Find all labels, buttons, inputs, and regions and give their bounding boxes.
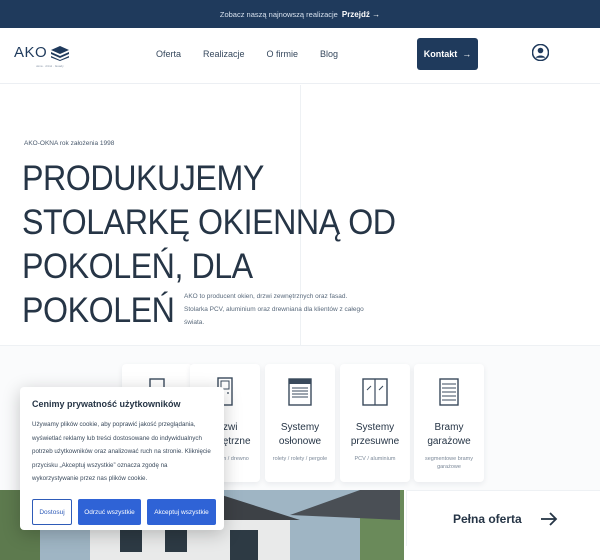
- user-account-icon[interactable]: [531, 43, 550, 66]
- logo-mark-icon: [51, 45, 70, 61]
- hero-section: AKO-OKNA rok założenia 1998 PRODUKUJEMY …: [0, 85, 600, 345]
- full-offer-label: Pełna oferta: [453, 511, 522, 526]
- cookie-buttons: Dostosuj Odrzuć wszystkie Akceptuj wszys…: [32, 499, 216, 525]
- hero-description: AKO to producent okien, drzwi zewnętrzny…: [184, 293, 364, 326]
- cookie-title: Cenimy prywatność użytkowników: [32, 399, 181, 409]
- product-card-przesuwne[interactable]: Systemy przesuwne PCV / aluminium: [340, 364, 410, 482]
- garage-door-icon: [439, 378, 459, 406]
- sliding-window-icon: [362, 378, 388, 406]
- main-nav: Oferta Realizacje O firmie Blog: [156, 49, 338, 59]
- product-sub: rolety / rolety / pergole: [272, 456, 328, 462]
- announcement-bar: Zobacz naszą najnowszą realizacje Przejd…: [0, 0, 600, 28]
- announcement-text: Zobacz naszą najnowszą realizacje: [219, 9, 338, 19]
- product-sub: PCV / aluminium: [354, 456, 396, 462]
- logo-text: AKO: [14, 44, 48, 61]
- contact-button-label: Kontakt: [423, 49, 458, 59]
- site-header: AKO okna · drzwi · fasady Oferta Realiza…: [0, 28, 600, 84]
- arrow-right-icon: →: [462, 49, 472, 59]
- cookie-consent-dialog: Cenimy prywatność użytkowników Używamy p…: [20, 387, 224, 530]
- product-title: Systemy osłonowe: [278, 422, 322, 447]
- contact-button[interactable]: Kontakt →: [417, 38, 478, 70]
- nav-item-oferta[interactable]: Oferta: [156, 49, 181, 59]
- product-card-oslonowe[interactable]: Systemy osłonowe rolety / rolety / pergol…: [265, 364, 335, 482]
- cookie-reject-button[interactable]: Odrzuć wszystkie: [78, 499, 141, 525]
- arrow-right-icon: [540, 511, 557, 526]
- nav-item-blog[interactable]: Blog: [320, 49, 338, 59]
- product-card-bramy[interactable]: Bramy garażowe segmentowe bramy garażowe: [414, 364, 484, 482]
- nav-item-realizacje[interactable]: Realizacje: [203, 49, 245, 59]
- nav-item-o-firmie[interactable]: O firmie: [267, 49, 299, 59]
- logo[interactable]: AKO okna · drzwi · fasady: [14, 44, 70, 68]
- announcement-link[interactable]: Przejdź →: [342, 10, 380, 19]
- cookie-text: Używamy plików cookie, aby poprawić jako…: [32, 421, 211, 482]
- product-title: Bramy garażowe: [427, 422, 471, 447]
- product-title: Systemy przesuwne: [350, 422, 400, 447]
- product-sub: segmentowe bramy garażowe: [425, 456, 473, 470]
- cookie-customize-button[interactable]: Dostosuj: [32, 499, 72, 525]
- logo-tagline: okna · drzwi · fasady: [36, 64, 64, 68]
- roller-shutter-icon: [288, 378, 312, 406]
- full-offer-link[interactable]: Pełna oferta: [406, 490, 600, 546]
- cookie-accept-button[interactable]: Akceptuj wszystkie: [147, 499, 216, 525]
- hero-since-label: AKO-OKNA rok założenia 1998: [24, 140, 115, 147]
